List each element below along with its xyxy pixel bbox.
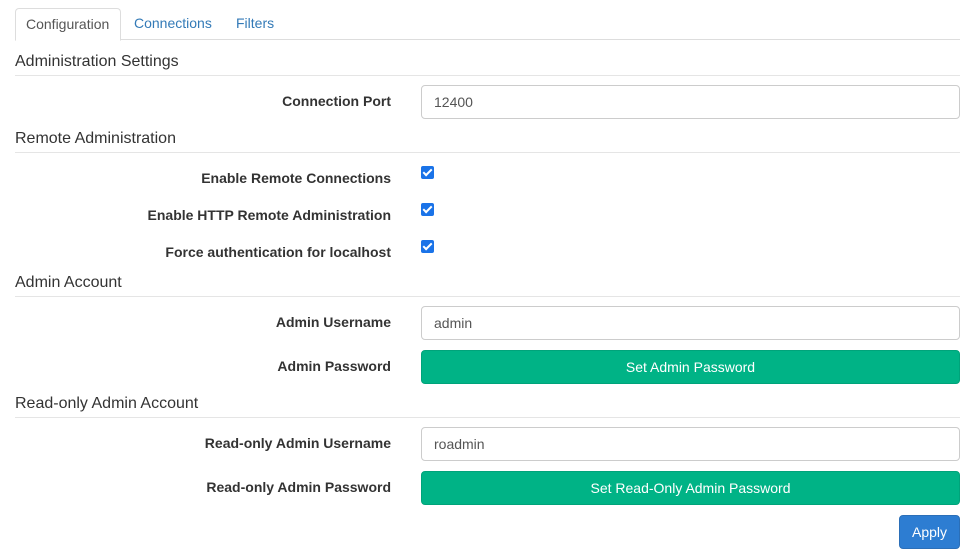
admin-password-label: Admin Password <box>277 358 391 374</box>
enable-http-remote-administration-checkbox[interactable] <box>421 203 434 216</box>
section-title-remote-administration: Remote Administration <box>15 129 960 153</box>
section-title-admin-account: Admin Account <box>15 273 960 297</box>
admin-username-input[interactable]: admin <box>421 306 960 340</box>
section-title-readonly-admin-account: Read-only Admin Account <box>15 394 960 418</box>
tab-bar: Configuration Connections Filters <box>15 8 960 41</box>
readonly-admin-username-input[interactable]: roadmin <box>421 427 960 461</box>
tab-configuration[interactable]: Configuration <box>15 8 121 41</box>
tab-connections[interactable]: Connections <box>124 8 222 40</box>
readonly-admin-username-label: Read-only Admin Username <box>204 435 391 451</box>
apply-button[interactable]: Apply <box>899 515 960 549</box>
readonly-admin-password-label: Read-only Admin Password <box>206 479 391 495</box>
connection-port-input[interactable]: 12400 <box>421 85 960 119</box>
enable-remote-connections-label: Enable Remote Connections <box>201 170 391 186</box>
section-title-administration-settings: Administration Settings <box>15 52 960 76</box>
set-readonly-admin-password-button[interactable]: Set Read-Only Admin Password <box>421 471 960 505</box>
enable-remote-connections-checkbox[interactable] <box>421 166 434 179</box>
connection-port-label: Connection Port <box>282 93 391 109</box>
force-authentication-localhost-label: Force authentication for localhost <box>165 244 391 260</box>
tab-filters[interactable]: Filters <box>226 8 284 40</box>
set-admin-password-button[interactable]: Set Admin Password <box>421 350 960 384</box>
enable-http-remote-administration-label: Enable HTTP Remote Administration <box>147 207 391 223</box>
force-authentication-localhost-checkbox[interactable] <box>421 240 434 253</box>
admin-username-label: Admin Username <box>275 314 391 330</box>
